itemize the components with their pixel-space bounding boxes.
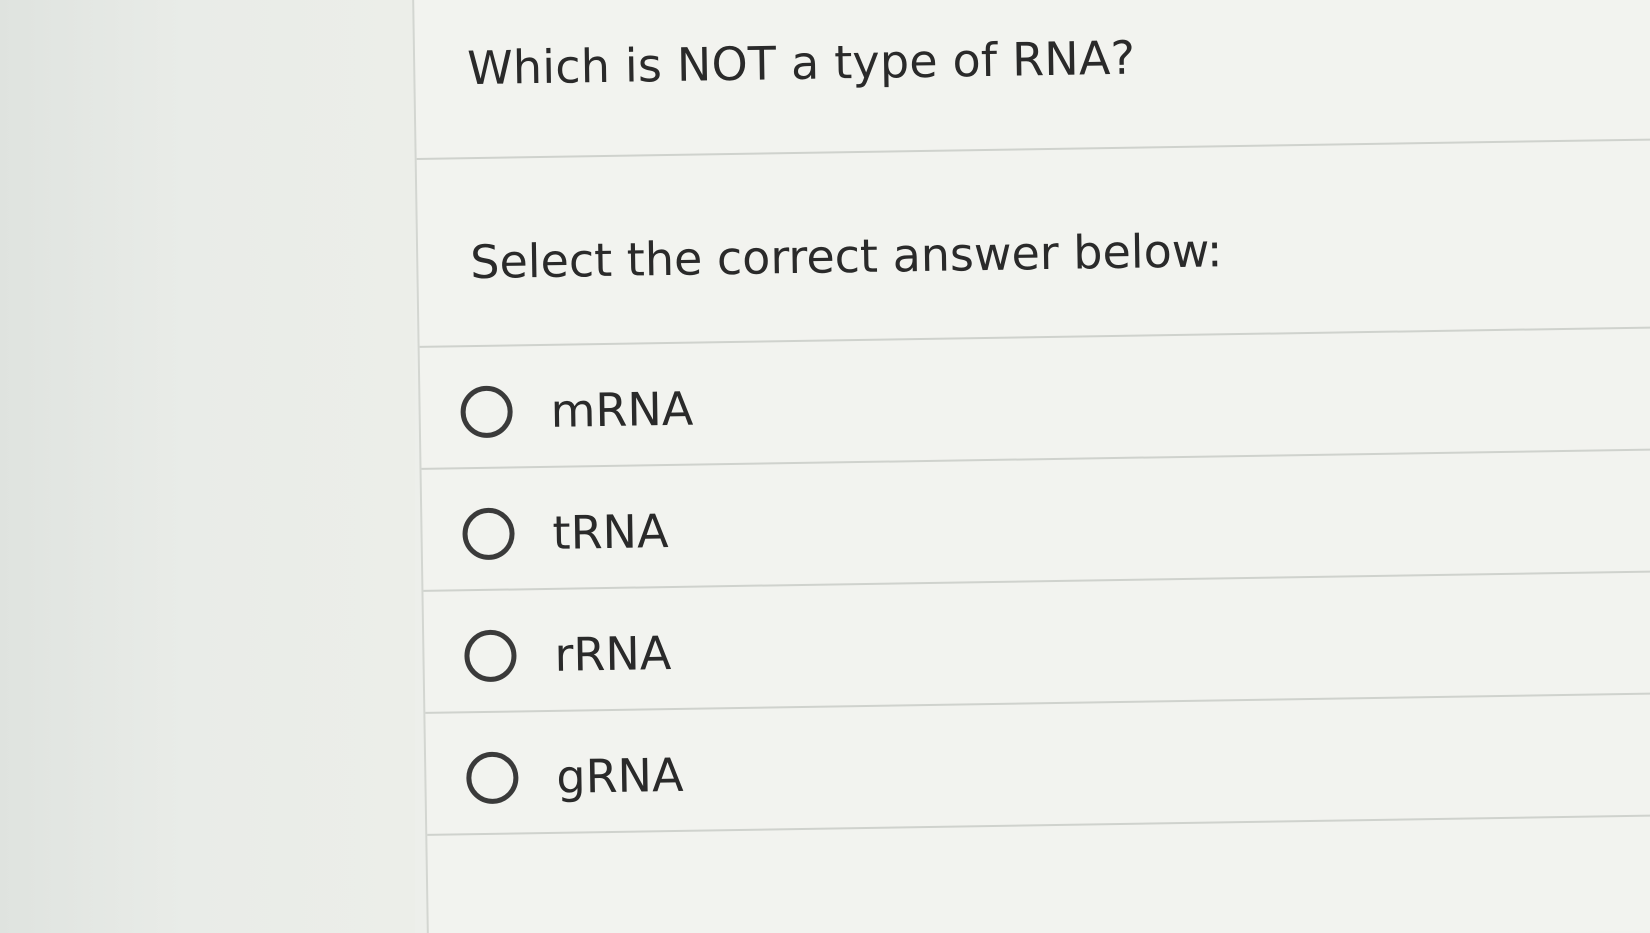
option-label: gRNA <box>555 747 684 804</box>
left-margin <box>0 0 415 933</box>
divider <box>416 138 1650 160</box>
answer-option-rrna[interactable]: rRNA <box>464 582 1650 711</box>
answer-option-mrna[interactable]: mRNA <box>460 338 1650 467</box>
radio-button-icon[interactable] <box>465 751 519 805</box>
question-title: Which is NOT a type of RNA? <box>466 30 1136 96</box>
instruction-text: Select the correct answer below: <box>469 223 1223 290</box>
option-label: tRNA <box>552 504 669 560</box>
radio-button-icon[interactable] <box>460 385 514 439</box>
answer-option-trna[interactable]: tRNA <box>462 460 1650 589</box>
radio-button-icon[interactable] <box>464 629 517 683</box>
option-label: mRNA <box>550 381 694 438</box>
option-label: rRNA <box>554 626 672 682</box>
screen: Which is NOT a type of RNA? Select the c… <box>0 0 1650 933</box>
answer-option-grna[interactable]: gRNA <box>465 704 1650 833</box>
question-panel: Which is NOT a type of RNA? Select the c… <box>412 0 1650 933</box>
radio-button-icon[interactable] <box>462 507 515 561</box>
